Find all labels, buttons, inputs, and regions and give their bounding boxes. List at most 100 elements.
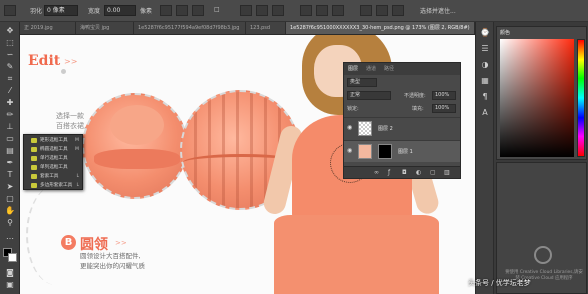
width-input[interactable]: 0.00 <box>104 5 136 16</box>
document-tab[interactable]: 123.psd <box>246 22 286 34</box>
option-button[interactable] <box>376 5 388 16</box>
fx-icon[interactable]: ƒ <box>388 169 390 176</box>
type-icon[interactable]: T <box>4 170 16 180</box>
tool-preset-icon[interactable] <box>4 5 16 16</box>
flyout-item[interactable]: 椭圆选框工具 M <box>24 145 82 154</box>
layer-thumbnail <box>358 121 372 136</box>
option-button[interactable] <box>240 5 252 16</box>
layer-row[interactable]: ◉ 图层 2 <box>344 117 460 139</box>
select-mask-link[interactable]: 选择并遮住... <box>420 6 456 15</box>
layers-panel-tabs: 图层 通道 路径 <box>344 63 460 75</box>
tab-paths[interactable]: 路径 <box>384 65 394 72</box>
tool-swatch-icon <box>31 147 37 152</box>
background-color-swatch[interactable] <box>8 253 17 262</box>
document-tab[interactable]: 海鸭宝贝 jpg <box>76 22 134 34</box>
more-tools-icon[interactable]: … <box>4 232 16 242</box>
shape-icon[interactable]: ▢ <box>4 194 16 204</box>
tool-swatch-icon <box>31 156 37 161</box>
panel-icon-strip: ⌚ ☰ ◑ ▦ ¶ A <box>476 22 494 294</box>
pleat-line <box>208 92 211 208</box>
zoom-icon[interactable]: ⚲ <box>4 218 16 228</box>
screen-mode-icon[interactable]: ▣ <box>4 280 16 290</box>
kind-filter-select[interactable]: 类型 <box>347 78 377 87</box>
flyout-item[interactable]: 多边形套索工具 L <box>24 181 82 190</box>
eraser-icon[interactable]: ▭ <box>4 134 16 144</box>
flyout-item[interactable]: 单行选框工具 <box>24 154 82 163</box>
connector-arc <box>26 185 86 285</box>
flyout-item[interactable]: 矩形选框工具 M <box>24 136 82 145</box>
layer-row-selected[interactable]: ◉ 图层 1 <box>344 140 460 162</box>
paragraph-panel-icon[interactable]: ¶ <box>480 92 490 102</box>
feature-line: 选择一款 <box>56 112 84 120</box>
trash-icon[interactable]: ▥ <box>444 169 450 176</box>
opacity-label: 不透明度: <box>404 93 426 99</box>
lasso-icon[interactable]: ∽ <box>4 50 16 60</box>
brush-icon[interactable]: ✏ <box>4 110 16 120</box>
option-button[interactable] <box>316 5 328 16</box>
character-panel-icon[interactable]: A <box>480 108 490 118</box>
eye-icon[interactable]: ◉ <box>347 125 353 131</box>
new-layer-icon[interactable]: ▢ <box>430 169 436 176</box>
tools-panel: ✥ ⬚ ∽ ✎ ⌗ ⁄ ✚ ✏ ⊥ ▭ ▤ ✒ T ➤ ▢ ✋ ⚲ … ◙ ▣ <box>0 22 20 294</box>
document-tab[interactable]: 1e5287f6c95177f594a9ef08d7f98b3.jpg <box>134 22 246 34</box>
pleat-line <box>236 92 239 208</box>
ruffle-image <box>94 149 180 169</box>
quick-select-icon[interactable]: ✎ <box>4 62 16 72</box>
flag-checkbox[interactable]: □ <box>214 6 220 13</box>
marquee-icon[interactable]: ⬚ <box>4 38 16 48</box>
hue-slider[interactable] <box>577 39 585 157</box>
tab-channels[interactable]: 通道 <box>366 65 376 72</box>
eyedropper-icon[interactable]: ⁄ <box>4 86 16 96</box>
eye-icon[interactable]: ◉ <box>347 148 353 154</box>
intersect-selection-button[interactable] <box>192 5 204 16</box>
flyout-shortcut: L <box>76 183 79 188</box>
option-button[interactable] <box>256 5 268 16</box>
subtract-selection-button[interactable] <box>176 5 188 16</box>
document-tab[interactable]: 正 2019.jpg <box>20 22 76 34</box>
pleat-line <box>194 92 197 208</box>
move-icon[interactable]: ✥ <box>4 26 16 36</box>
swatches-panel-icon[interactable]: ▦ <box>480 76 490 86</box>
tool-swatch-icon <box>31 165 37 170</box>
color-picker-field[interactable] <box>500 39 574 157</box>
adjustments-panel-icon[interactable]: ◑ <box>480 60 490 70</box>
unit-label: 像素 <box>140 8 153 15</box>
document-tab-active[interactable]: 1e5287f6c951000XXXXXX3_30-hem_psd.png @ … <box>286 22 475 34</box>
blend-mode-select[interactable]: 正常 <box>347 91 391 100</box>
lock-label: 锁定: <box>347 106 359 112</box>
properties-panel-icon[interactable]: ☰ <box>480 44 490 54</box>
flyout-item-label: 单列选框工具 <box>40 165 68 170</box>
option-button[interactable] <box>300 5 312 16</box>
mask-icon[interactable]: ◘ <box>402 169 407 176</box>
layer-name: 图层 1 <box>398 149 413 155</box>
decoration-dot <box>61 69 66 74</box>
hand-icon[interactable]: ✋ <box>4 206 16 216</box>
flyout-item[interactable]: 单列选框工具 <box>24 163 82 172</box>
fill-input[interactable]: 100% <box>432 104 456 113</box>
flyout-item[interactable]: 套索工具 L <box>24 172 82 181</box>
link-icon[interactable]: ∞ <box>374 169 379 176</box>
healing-icon[interactable]: ✚ <box>4 98 16 108</box>
feather-label: 羽化 <box>30 8 43 15</box>
tab-layers[interactable]: 图层 <box>348 65 358 72</box>
option-button[interactable] <box>360 5 372 16</box>
feather-input[interactable]: 0 像素 <box>44 5 78 16</box>
path-select-icon[interactable]: ➤ <box>4 182 16 192</box>
pen-icon[interactable]: ✒ <box>4 158 16 168</box>
color-panel: 颜色 <box>496 26 587 160</box>
option-button[interactable] <box>392 5 404 16</box>
quick-mask-icon[interactable]: ◙ <box>4 268 16 278</box>
right-panel-dock: ⌚ ☰ ◑ ▦ ¶ A 颜色 要使用 Creative Cloud Librar… <box>475 22 588 294</box>
stamp-icon[interactable]: ⊥ <box>4 122 16 132</box>
gradient-icon[interactable]: ▤ <box>4 146 16 156</box>
history-panel-icon[interactable]: ⌚ <box>480 28 490 38</box>
collar-desc-line: 更能突出你的闪耀气质 <box>80 262 145 270</box>
title-arrows: >> <box>64 57 78 66</box>
flyout-item-label: 套索工具 <box>40 174 59 179</box>
option-button[interactable] <box>272 5 284 16</box>
option-button[interactable] <box>332 5 344 16</box>
opacity-input[interactable]: 100% <box>432 91 456 100</box>
adjustment-icon[interactable]: ◐ <box>416 169 421 176</box>
add-selection-button[interactable] <box>160 5 172 16</box>
crop-icon[interactable]: ⌗ <box>4 74 16 84</box>
